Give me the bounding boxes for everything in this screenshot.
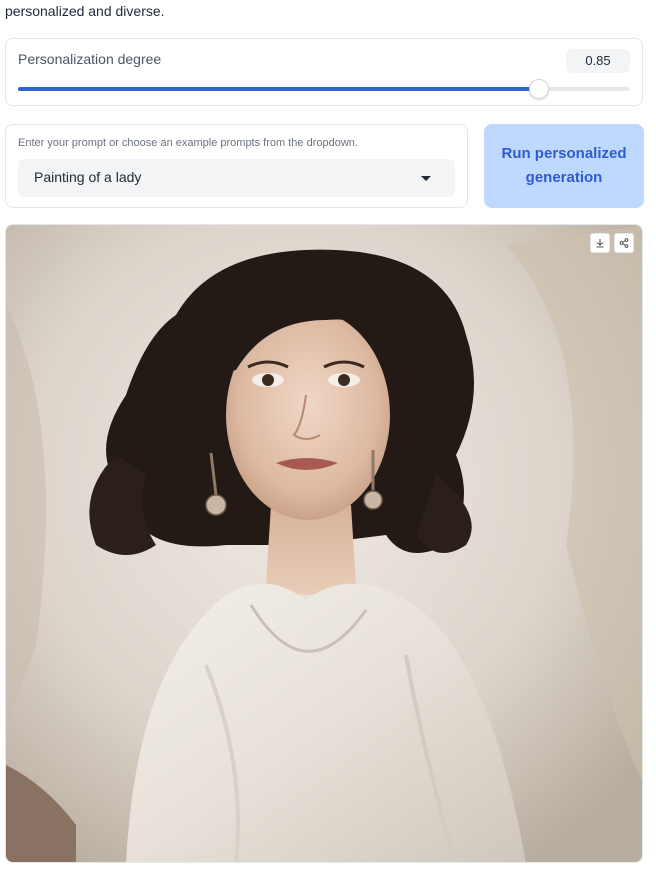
share-icon[interactable] xyxy=(614,233,634,253)
intro-text: personalized and diverse. xyxy=(5,3,165,19)
prompt-label: Enter your prompt or choose an example p… xyxy=(18,137,358,149)
slider-thumb[interactable] xyxy=(529,79,550,99)
slider-fill xyxy=(18,87,539,91)
personalization-slider-panel: Personalization degree 0.85 xyxy=(5,38,643,106)
run-button-label: Run personalized generation xyxy=(501,145,627,186)
prompt-panel: Enter your prompt or choose an example p… xyxy=(5,124,468,208)
download-icon[interactable] xyxy=(590,233,610,253)
slider-value-input[interactable]: 0.85 xyxy=(566,49,630,73)
run-personalized-generation-button[interactable]: Run personalized generation xyxy=(484,124,644,208)
prompt-dropdown[interactable]: Painting of a lady xyxy=(18,159,455,197)
dropdown-selected-value: Painting of a lady xyxy=(34,169,142,185)
generated-portrait-image xyxy=(6,225,642,862)
slider-label: Personalization degree xyxy=(18,51,162,67)
chevron-down-icon xyxy=(421,176,431,181)
slider-track[interactable] xyxy=(18,79,630,99)
output-image-panel xyxy=(5,224,643,863)
